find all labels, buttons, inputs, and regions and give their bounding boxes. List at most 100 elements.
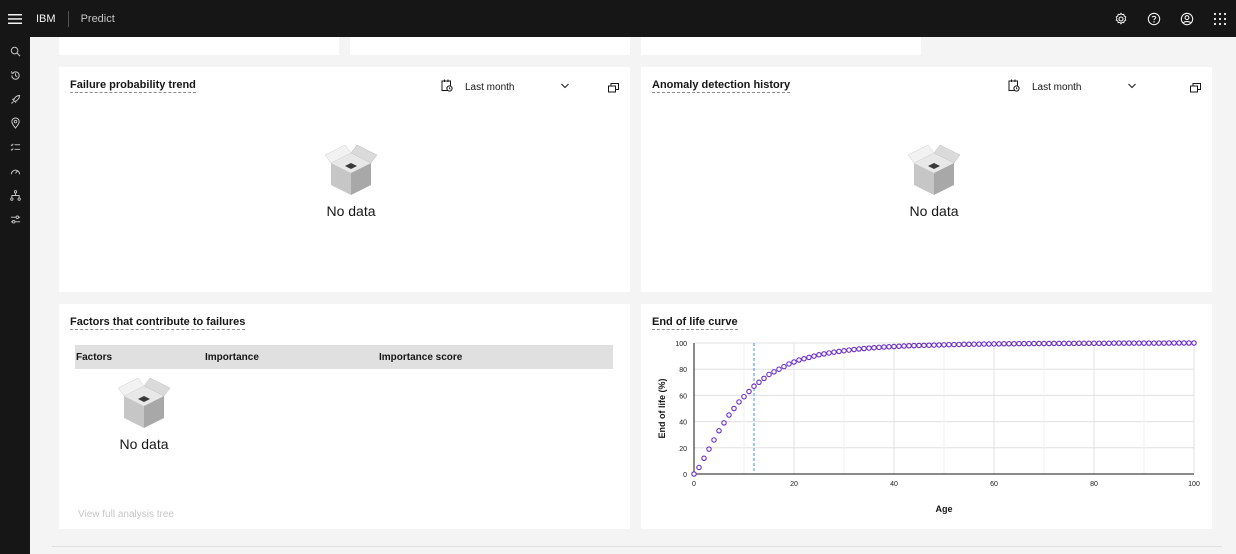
data-point [1051, 340, 1057, 347]
data-point [966, 341, 972, 348]
failure-factors-card: Factors that contribute to failures Fact… [59, 304, 630, 529]
data-point [931, 342, 937, 348]
data-point [946, 341, 952, 348]
help-icon[interactable] [1137, 0, 1170, 37]
data-point [791, 359, 797, 365]
empty-state-text: No data [326, 203, 376, 219]
data-point [776, 366, 782, 372]
brand-name[interactable]: IBM [36, 13, 56, 25]
card-title[interactable]: Anomaly detection history [652, 79, 791, 93]
data-point [726, 412, 732, 418]
date-range-dropdown[interactable]: Last month [441, 79, 571, 95]
data-point [1166, 340, 1172, 346]
column-header-importance[interactable]: Importance [205, 352, 259, 363]
data-point [1141, 340, 1147, 346]
data-point [1186, 340, 1192, 346]
x-tick-label: 100 [1188, 481, 1200, 488]
task-list-icon[interactable] [0, 135, 30, 159]
data-point [741, 393, 747, 400]
data-point [1181, 340, 1187, 346]
data-point [936, 342, 942, 348]
data-point [1081, 340, 1087, 347]
rocket-icon[interactable] [0, 87, 30, 111]
data-point [986, 341, 992, 347]
location-icon[interactable] [0, 111, 30, 135]
data-point [1121, 340, 1127, 346]
data-point [881, 344, 887, 350]
data-point [1076, 340, 1082, 347]
data-point [1046, 340, 1052, 347]
failure-probability-card: Failure probability trend Last month No … [59, 67, 630, 292]
data-point [1136, 340, 1142, 346]
calendar-icon [1008, 79, 1020, 95]
empty-state: No data [311, 143, 391, 219]
data-point [1056, 340, 1062, 347]
hamburger-menu-icon[interactable] [0, 0, 30, 37]
user-avatar-icon[interactable] [1170, 0, 1203, 37]
end-of-life-chart: 0 20 40 60 80 100 0 20 40 60 80 100 Age End of life (… [657, 340, 1200, 514]
footer-divider [52, 546, 1222, 547]
data-point [806, 354, 812, 361]
anomaly-history-card: Anomaly detection history Last month No … [641, 67, 1212, 292]
expand-icon[interactable] [1190, 80, 1201, 98]
column-header-factors[interactable]: Factors [76, 352, 112, 363]
data-point [866, 345, 872, 351]
product-name[interactable]: Predict [81, 13, 115, 25]
data-point [876, 344, 882, 351]
data-point [721, 420, 727, 426]
y-tick-label: 0 [683, 472, 687, 479]
settings-icon[interactable] [1104, 0, 1137, 37]
header-divider [67, 10, 69, 27]
data-point [951, 341, 957, 348]
data-point [786, 361, 792, 367]
data-point [1111, 340, 1117, 346]
view-analysis-tree-link[interactable]: View full analysis tree [78, 509, 174, 520]
data-point [1156, 340, 1162, 346]
data-point [836, 348, 842, 355]
card-title[interactable]: End of life curve [652, 316, 738, 330]
data-point [896, 343, 902, 350]
data-point [811, 353, 817, 359]
data-point [781, 363, 787, 370]
empty-box-icon [324, 144, 378, 195]
empty-box-icon [907, 144, 961, 195]
data-point [1041, 340, 1047, 347]
column-header-importance-score[interactable]: Importance score [379, 352, 462, 363]
recently-viewed-icon[interactable] [0, 63, 30, 87]
data-point [756, 379, 762, 386]
side-navigation [0, 37, 30, 554]
card-title[interactable]: Failure probability trend [70, 79, 196, 93]
data-point [941, 342, 947, 348]
data-point [851, 346, 857, 353]
data-point [956, 341, 962, 348]
date-range-dropdown[interactable]: Last month [1008, 79, 1138, 95]
data-point [1171, 340, 1177, 346]
data-point [746, 388, 752, 395]
hierarchy-icon[interactable] [0, 183, 30, 207]
data-point [1031, 340, 1037, 347]
data-point [816, 352, 822, 358]
y-tick-label: 100 [675, 341, 687, 348]
data-point [1086, 340, 1092, 347]
chevron-down-icon [1128, 81, 1136, 92]
expand-icon[interactable] [608, 80, 619, 98]
data-point [1061, 340, 1067, 347]
app-switcher-icon[interactable] [1203, 0, 1236, 37]
data-point [1151, 340, 1157, 346]
data-point [916, 342, 922, 349]
search-icon[interactable] [0, 39, 30, 63]
data-point [991, 341, 997, 347]
partial-card-3 [641, 37, 921, 55]
card-title[interactable]: Factors that contribute to failures [70, 316, 246, 330]
x-tick-label: 20 [790, 481, 798, 488]
x-axis-label: Age [935, 504, 952, 514]
data-point [716, 428, 722, 434]
data-point [1021, 340, 1027, 347]
data-point [1026, 340, 1032, 347]
data-point [821, 351, 827, 357]
dashboard-gauge-icon[interactable] [0, 159, 30, 183]
data-point [846, 347, 852, 353]
y-tick-label: 60 [679, 393, 687, 400]
end-of-life-card: End of life curve 0 20 40 60 80 100 0 20 40 60 80 1… [641, 304, 1212, 529]
settings-adjust-icon[interactable] [0, 207, 30, 231]
